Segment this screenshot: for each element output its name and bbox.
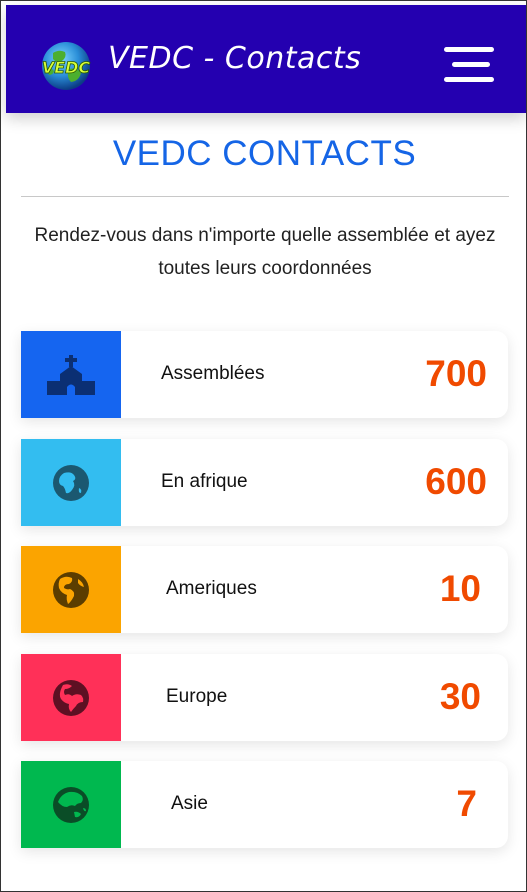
card-en-afrique[interactable]: En afrique 600: [21, 439, 508, 526]
card-label: Asie: [171, 793, 208, 814]
card-assemblees[interactable]: Assemblées 700: [21, 331, 508, 418]
globe-africa-icon: [53, 464, 89, 501]
card-icon-box: [21, 761, 121, 848]
card-count: 600: [425, 461, 487, 502]
card-europe[interactable]: Europe 30: [21, 654, 508, 741]
card-label: Assemblées: [161, 363, 265, 384]
page-title: VEDC CONTACTS: [112, 134, 417, 173]
menu-line: [444, 47, 494, 52]
card-count: 700: [425, 353, 487, 394]
hamburger-menu-button[interactable]: [442, 47, 494, 85]
card-label: En afrique: [161, 471, 248, 492]
app-title: VEDC - Contacts: [108, 41, 362, 76]
app-frame: VEDC VEDC - Contacts VEDC CONTACTS Rende…: [0, 0, 527, 892]
svg-text:VEDC: VEDC: [42, 58, 91, 77]
card-count: 7: [456, 783, 477, 824]
vedc-logo: VEDC: [41, 42, 91, 90]
church-icon: [47, 354, 95, 395]
card-label: Europe: [166, 686, 228, 707]
card-asie[interactable]: Asie 7: [21, 761, 508, 848]
card-count: 10: [439, 568, 481, 609]
card-ameriques[interactable]: Ameriques 10: [21, 546, 508, 633]
title-divider: [21, 196, 509, 197]
globe-europe-icon: [53, 679, 89, 716]
card-icon-box: [21, 439, 121, 526]
intro-text: Rendez-vous dans n'importe quelle assemb…: [34, 225, 496, 279]
card-icon-box: [21, 654, 121, 741]
card-label: Ameriques: [166, 578, 257, 599]
globe-americas-icon: [53, 571, 89, 608]
app-header: VEDC VEDC - Contacts: [6, 5, 526, 113]
card-icon-box: [21, 546, 121, 633]
menu-line: [444, 77, 494, 82]
menu-line: [452, 62, 490, 67]
card-icon-box: [21, 331, 121, 418]
globe-asia-icon: [53, 786, 89, 823]
card-count: 30: [439, 676, 481, 717]
